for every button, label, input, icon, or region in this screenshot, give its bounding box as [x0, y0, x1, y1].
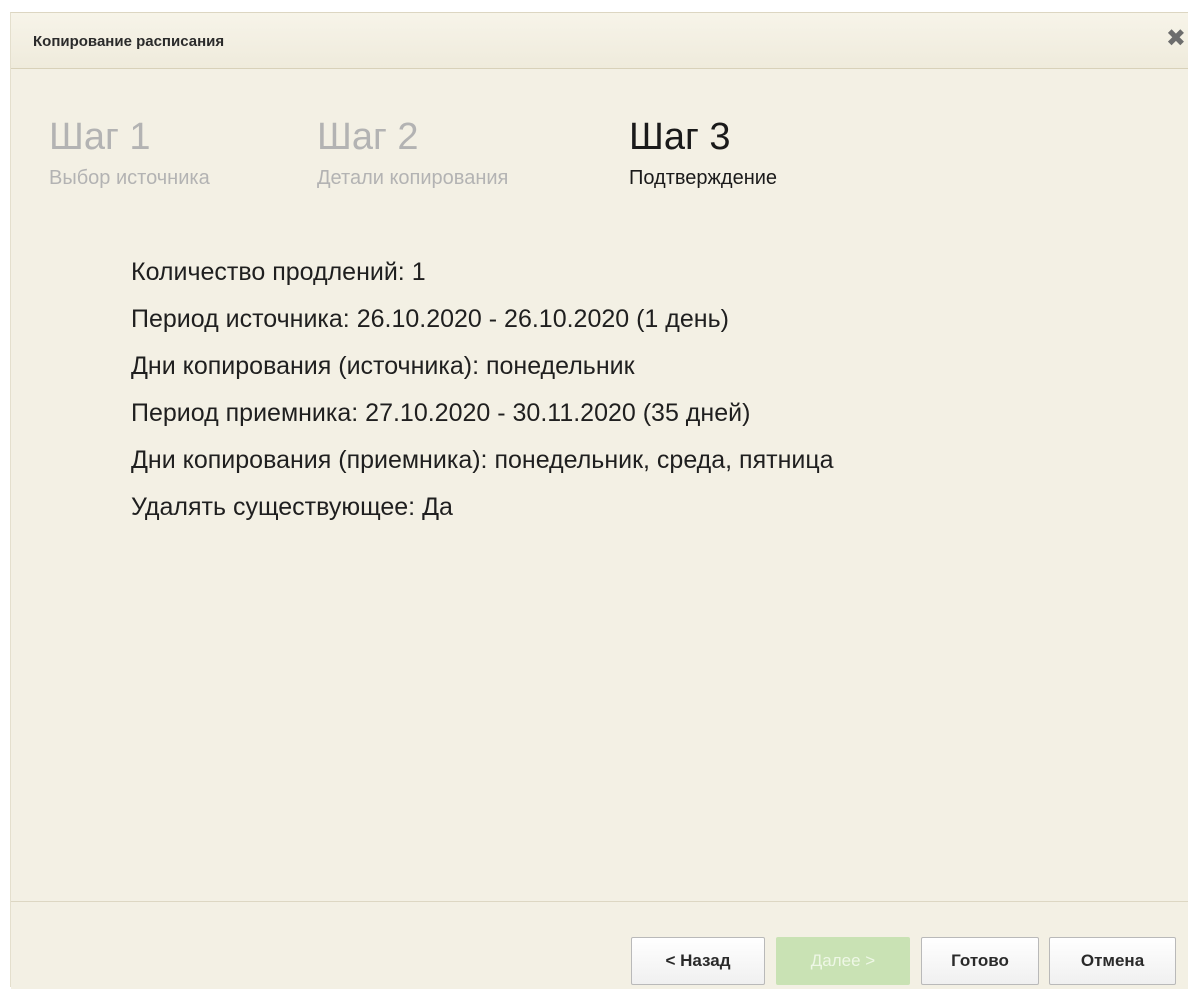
step-title: Шаг 3: [629, 116, 731, 158]
dialog-titlebar[interactable]: Копирование расписания ✖: [11, 13, 1188, 69]
detail-extension-count: Количество продлений: 1: [131, 258, 426, 286]
step-subtitle: Детали копирования: [317, 167, 509, 189]
step-title: Шаг 1: [49, 116, 151, 158]
detail-source-period: Период источника: 26.10.2020 - 26.10.202…: [131, 305, 729, 333]
next-button: Далее >: [776, 937, 910, 985]
step-3: Шаг 3 Подтверждение: [629, 115, 777, 191]
detail-target-period: Период приемника: 27.10.2020 - 30.11.202…: [131, 399, 751, 427]
detail-target-days: Дни копирования (приемника): понедельник…: [131, 446, 834, 474]
detail-delete-existing: Удалять существующее: Да: [131, 493, 453, 521]
dialog-footer: < Назад Далее > Готово Отмена: [11, 901, 1188, 989]
detail-source-days: Дни копирования (источника): понедельник: [131, 352, 635, 380]
step-title: Шаг 2: [317, 116, 419, 158]
back-button[interactable]: < Назад: [631, 937, 765, 985]
step-subtitle: Выбор источника: [49, 167, 210, 189]
step-2: Шаг 2 Детали копирования: [317, 115, 508, 191]
cancel-button[interactable]: Отмена: [1049, 937, 1176, 985]
copy-schedule-dialog: Копирование расписания ✖ Шаг 1 Выбор ист…: [10, 12, 1188, 989]
step-1: Шаг 1 Выбор источника: [49, 115, 210, 191]
done-button[interactable]: Готово: [921, 937, 1039, 985]
confirmation-details: Количество продлений: 1 Период источника…: [131, 259, 834, 541]
close-icon[interactable]: ✖: [1166, 27, 1186, 51]
step-subtitle: Подтверждение: [629, 167, 778, 189]
dialog-title: Копирование расписания: [33, 33, 225, 50]
